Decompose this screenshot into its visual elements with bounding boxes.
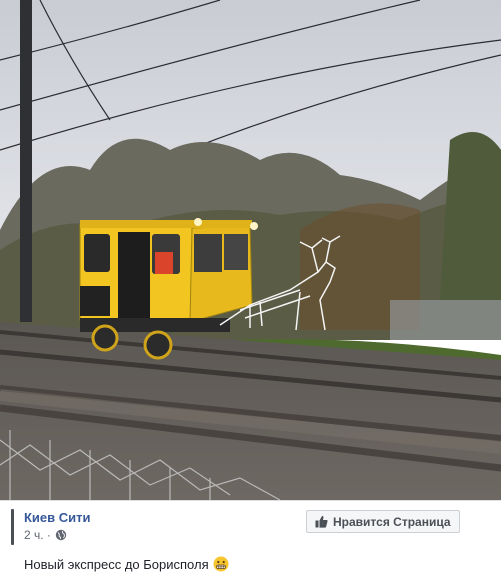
distant-water <box>390 300 501 340</box>
post-caption-text: Новый экспресс до Борисполя <box>24 556 209 572</box>
post-timestamp: 2 ч. · <box>24 528 67 542</box>
like-page-label: Нравится Страница <box>333 514 451 529</box>
post-time-text[interactable]: 2 ч. · <box>24 528 51 542</box>
facebook-post: Киев Сити 2 ч. · Нравится Страница Новый… <box>0 0 501 582</box>
page-name-link[interactable]: Киев Сити <box>24 510 91 525</box>
grimacing-face-icon <box>213 556 229 572</box>
like-page-button[interactable]: Нравится Страница <box>306 510 460 533</box>
right-tree <box>440 132 501 300</box>
utility-pole <box>20 0 32 322</box>
post-photo[interactable] <box>0 0 501 500</box>
thumbs-up-icon <box>315 515 328 528</box>
post-caption: Новый экспресс до Борисполя <box>24 556 229 572</box>
globe-icon[interactable] <box>55 529 67 541</box>
post-accent-bar <box>11 509 14 545</box>
